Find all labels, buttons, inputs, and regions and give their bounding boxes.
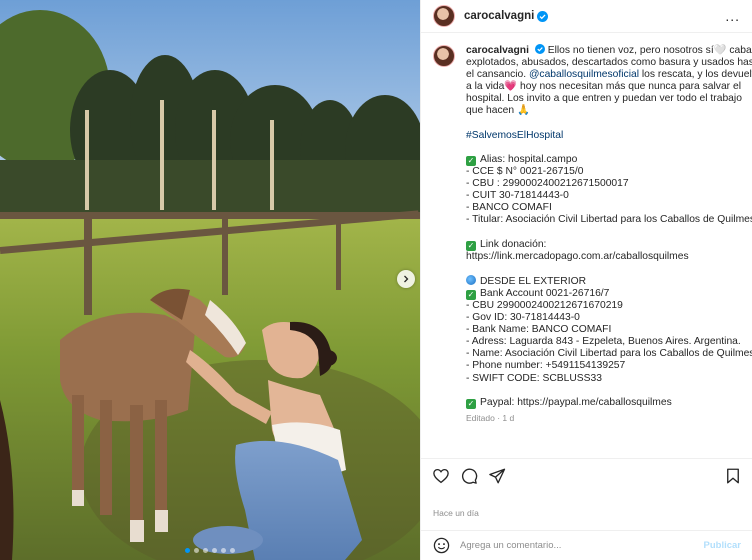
photo-illustration: [0, 0, 420, 560]
heart-icon[interactable]: [432, 467, 450, 485]
caption-meta: Editado · 1 d: [466, 412, 515, 423]
caption-line: el cansancio.: [466, 69, 529, 81]
bank-line: - BANCO COMAFI: [466, 202, 552, 214]
comment-bar: Publicar: [421, 530, 752, 560]
comment-input[interactable]: [460, 540, 704, 551]
post-time[interactable]: Hace un día: [433, 508, 479, 518]
hashtag-link[interactable]: #SalvemosElHospital: [466, 130, 729, 142]
bank-line: - Titular: Asociación Civil Libertad par…: [466, 214, 752, 226]
bank-line: Bank Account 0021-26716/7: [480, 287, 610, 299]
check-icon: ✓: [466, 155, 476, 166]
post-side-panel: carocalvagni ... carocalvagni Ellos no t…: [420, 0, 752, 560]
verified-badge-icon: [537, 10, 549, 22]
next-slide-button[interactable]: [397, 270, 415, 288]
check-icon: ✓: [466, 240, 476, 251]
caption-line: que hacen 🙏: [466, 105, 530, 117]
caption-avatar[interactable]: [433, 45, 455, 67]
carousel-dot: [194, 548, 199, 553]
bank-line: Alias: hospital.campo: [480, 153, 578, 165]
caption-line: los rescata, y los devuelve: [639, 69, 752, 81]
check-icon: ✓: [466, 398, 476, 409]
caption-line: explotados, abusados, descartados como b…: [466, 57, 752, 69]
bank-line: - CCE $ N° 0021-26715/0: [466, 165, 584, 177]
caption-line: hospital. Los invito a que entren y pued…: [466, 93, 742, 105]
check-icon: ✓: [466, 289, 476, 300]
bank-line: - CBU 2990002400212671670219: [466, 299, 623, 311]
action-bar: [421, 458, 752, 492]
bank-line: - SWIFT CODE: SCBLUSS33: [466, 372, 602, 384]
mention-link[interactable]: @caballosquilmesoficial: [529, 69, 639, 80]
globe-icon: [466, 274, 476, 285]
caption-line: Ellos no tienen voz, pero nosotros sí🤍 c…: [544, 45, 752, 56]
caption-area: carocalvagni Ellos no tienen voz, pero n…: [421, 34, 752, 454]
carousel-dot: [221, 548, 226, 553]
carousel-dot: [185, 548, 190, 553]
header-username[interactable]: carocalvagni: [464, 10, 534, 22]
publish-button[interactable]: Publicar: [704, 540, 742, 551]
bank-line: - Gov ID: 30-71814443-0: [466, 312, 580, 324]
carousel-dot: [203, 548, 208, 553]
bank-line: - Adress: Laguarda 843 - Ezpeleta, Bueno…: [466, 336, 741, 348]
bank-line: - Name: Asociación Civil Libertad para l…: [466, 348, 752, 360]
bank-line: - CUIT 30-71814443-0: [466, 190, 569, 202]
emoji-icon[interactable]: [433, 537, 450, 554]
caption-username[interactable]: carocalvagni: [466, 45, 529, 56]
caption-text: carocalvagni Ellos no tienen voz, pero n…: [466, 44, 752, 424]
carousel-dot: [230, 548, 235, 553]
chevron-right-icon: [404, 275, 409, 283]
avatar[interactable]: [433, 5, 455, 27]
paypal-line: Paypal: https://paypal.me/caballosquilme…: [480, 396, 672, 408]
donation-label: Link donación:: [480, 238, 547, 250]
more-options-icon[interactable]: ...: [725, 8, 740, 24]
share-icon[interactable]: [488, 467, 506, 485]
bank-line: - Phone number: +5491154139257: [466, 360, 626, 372]
caption-line: a la vida💗 hoy nos necesitan más que nun…: [466, 81, 741, 93]
donation-url: https://link.mercadopago.com.ar/caballos…: [466, 250, 689, 262]
bank-line: - Bank Name: BANCO COMAFI: [466, 324, 612, 336]
carousel-dots: [0, 548, 420, 553]
exterior-title: DESDE EL EXTERIOR: [480, 275, 587, 287]
post-photo[interactable]: [0, 0, 420, 560]
bookmark-icon[interactable]: [724, 467, 742, 485]
verified-badge-icon: [534, 44, 545, 54]
bank-line: - CBU : 2990002400212671500017: [466, 178, 629, 190]
post-header: carocalvagni ...: [421, 0, 752, 33]
carousel-dot: [212, 548, 217, 553]
comment-icon[interactable]: [460, 467, 478, 485]
